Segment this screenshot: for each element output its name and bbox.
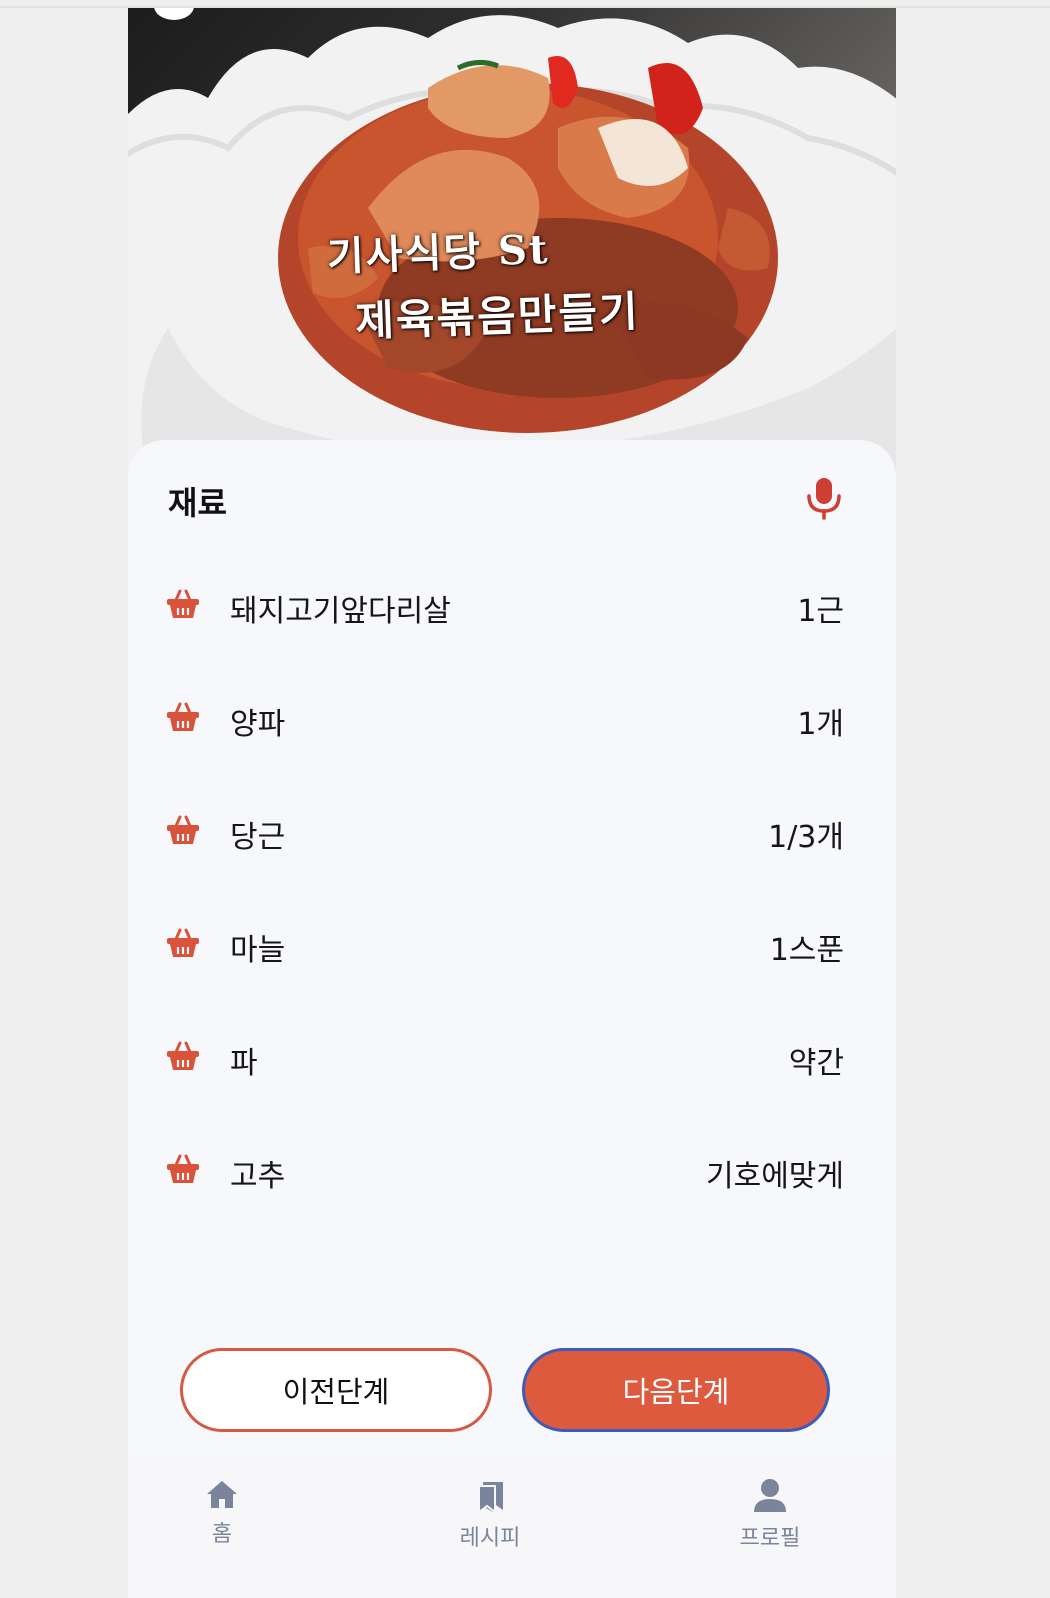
previous-step-button[interactable]: 이전단계 xyxy=(180,1348,492,1432)
tab-home[interactable]: 홈 xyxy=(162,1478,282,1548)
bottom-tab-bar: 홈 레시피 프로필 xyxy=(128,1456,896,1598)
basket-icon xyxy=(166,1153,200,1185)
basket-icon xyxy=(166,927,200,959)
recipe-hero-image: 기사식당 St 제육볶음만들기 xyxy=(128,8,896,478)
ingredient-name: 양파 xyxy=(230,707,286,742)
tab-recipe-label: 레시피 xyxy=(459,1526,521,1551)
microphone-icon[interactable] xyxy=(804,476,844,520)
ingredient-quantity: 1근 xyxy=(797,594,844,629)
ingredient-quantity: 1개 xyxy=(797,707,844,742)
ingredient-row: 당근 1/3개 xyxy=(128,780,896,893)
tab-home-label: 홈 xyxy=(211,1522,233,1547)
app-screen: 기사식당 St 제육볶음만들기 재료 돼지고기앞다리살 1근 양파 1개 당근 … xyxy=(128,8,896,1598)
ingredient-row: 파 약간 xyxy=(128,1006,896,1119)
next-step-button[interactable]: 다음단계 xyxy=(522,1348,830,1432)
tab-profile[interactable]: 프로필 xyxy=(710,1478,830,1552)
ingredient-quantity: 1스푼 xyxy=(769,933,844,968)
ingredient-row: 돼지고기앞다리살 1근 xyxy=(128,554,896,667)
basket-icon xyxy=(166,814,200,846)
tab-profile-label: 프로필 xyxy=(739,1526,801,1551)
hero-caption: 기사식당 St 제육볶음만들기 xyxy=(326,211,710,349)
section-title: 재료 xyxy=(168,484,227,522)
ingredient-row: 양파 1개 xyxy=(128,667,896,780)
hero-caption-line2: 제육볶음만들기 xyxy=(354,286,641,346)
ingredient-name: 마늘 xyxy=(230,933,286,968)
ingredient-quantity: 1/3개 xyxy=(768,820,844,855)
user-icon xyxy=(710,1478,830,1514)
ingredient-row: 고추 기호에맞게 xyxy=(128,1119,896,1232)
ingredient-name: 파 xyxy=(230,1046,258,1081)
basket-icon xyxy=(166,1040,200,1072)
ingredient-name: 당근 xyxy=(230,820,286,855)
ingredient-row: 마늘 1스푼 xyxy=(128,893,896,1006)
ingredient-quantity: 기호에맞게 xyxy=(706,1159,844,1194)
bookmark-icon xyxy=(430,1478,550,1514)
ingredient-quantity: 약간 xyxy=(788,1046,844,1081)
tab-recipe[interactable]: 레시피 xyxy=(430,1478,550,1552)
basket-icon xyxy=(166,588,200,620)
basket-icon xyxy=(166,701,200,733)
home-icon xyxy=(162,1478,282,1510)
hero-caption-line1: 기사식당 St xyxy=(326,225,551,281)
ingredient-name: 돼지고기앞다리살 xyxy=(230,594,451,629)
ingredient-list: 돼지고기앞다리살 1근 양파 1개 당근 1/3개 마늘 1스푼 파 약간 고추… xyxy=(128,554,896,1232)
ingredient-name: 고추 xyxy=(230,1159,286,1194)
